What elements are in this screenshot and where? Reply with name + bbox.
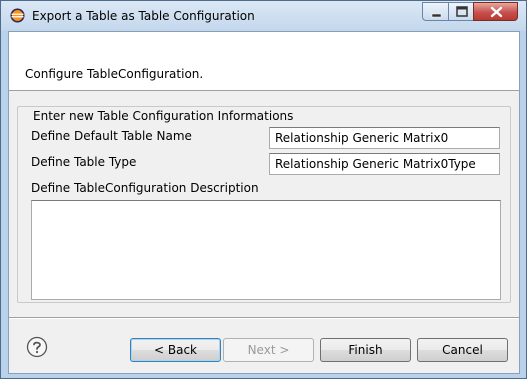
- next-button[interactable]: Next >: [223, 338, 314, 362]
- group-title: Enter new Table Configuration Informatio…: [31, 109, 296, 123]
- close-icon: [490, 6, 503, 18]
- button-bar-separator: [9, 317, 519, 319]
- description-label: Define TableConfiguration Description: [31, 181, 259, 195]
- maximize-button[interactable]: [448, 2, 474, 21]
- dialog-body: Configure TableConfiguration. Enter new …: [8, 31, 520, 374]
- description-textarea[interactable]: [31, 200, 501, 300]
- header-message: Configure TableConfiguration.: [25, 67, 204, 81]
- table-type-input[interactable]: Relationship Generic Matrix0Type: [269, 153, 500, 175]
- help-icon[interactable]: [26, 336, 48, 358]
- wizard-header: Configure TableConfiguration.: [9, 32, 519, 91]
- table-name-input[interactable]: Relationship Generic Matrix0: [269, 127, 500, 149]
- title-bar[interactable]: Export a Table as Table Configuration: [1, 1, 526, 31]
- minimize-button[interactable]: [422, 2, 449, 21]
- eclipse-icon: [10, 8, 25, 23]
- dialog-window: Export a Table as Table Configuration Co…: [0, 0, 527, 379]
- maximize-icon: [456, 6, 468, 17]
- close-button[interactable]: [473, 2, 518, 21]
- window-title: Export a Table as Table Configuration: [32, 9, 255, 23]
- back-button[interactable]: < Back: [130, 338, 221, 362]
- cancel-button[interactable]: Cancel: [417, 338, 508, 362]
- table-name-label: Define Default Table Name: [31, 129, 192, 143]
- table-type-label: Define Table Type: [31, 155, 137, 169]
- minimize-icon: [431, 13, 442, 18]
- finish-button[interactable]: Finish: [320, 338, 411, 362]
